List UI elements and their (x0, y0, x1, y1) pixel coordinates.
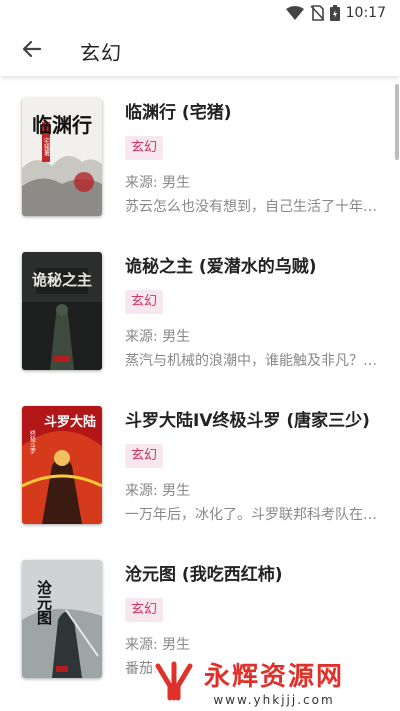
cover-title-art: 斗罗大陆 (44, 414, 96, 430)
cover-author-art: 宅猪著 (43, 137, 50, 157)
book-title: 斗罗大陆IV终极斗罗 (唐家三少) (125, 411, 370, 431)
scrollbar-thumb[interactable] (395, 84, 399, 160)
category-tag: 玄幻 (125, 290, 164, 314)
book-source: 来源: 男生 (125, 637, 191, 653)
category-tag: 玄幻 (125, 598, 164, 622)
book-source: 来源: 男生 (125, 329, 191, 345)
book-cover: 斗罗大陆 终极斗罗 (22, 406, 102, 524)
watermark: 永辉资源网 www.yhkjjj.com (150, 652, 400, 711)
status-bar: 10:17 (0, 0, 400, 26)
book-item[interactable]: 临渊行 宅猪著 临渊行 (宅猪) 玄幻 来源: 男生 苏云怎么也没有想到，自己生… (0, 76, 400, 230)
cover-title-art: 诡秘之主 (32, 271, 92, 289)
page-title: 玄幻 (80, 40, 122, 65)
app-bar: 玄幻 (0, 26, 400, 76)
book-source: 来源: 男生 (125, 483, 191, 499)
book-description: 一万年后，冰化了。斗罗联邦科考队在极北之地发现了… (125, 507, 377, 523)
back-button[interactable] (10, 29, 54, 73)
book-description: 蒸汽与机械的浪潮中，谁能触及非凡？历史和黑暗的迷雾… (125, 353, 377, 369)
watermark-title: 永辉资源网 (204, 662, 345, 692)
cover-title-art: 临渊行 (32, 113, 92, 137)
book-cover: 诡秘之主 (22, 252, 102, 370)
book-title: 沧元图 (我吃西红柿) (125, 565, 283, 585)
book-title: 诡秘之主 (爱潜水的乌贼) (125, 257, 317, 277)
wifi-icon (285, 6, 304, 20)
battery-icon (329, 5, 340, 21)
no-sim-icon (310, 5, 324, 21)
book-source: 来源: 男生 (125, 175, 191, 191)
book-item[interactable]: 斗罗大陆 终极斗罗 斗罗大陆IV终极斗罗 (唐家三少) 玄幻 来源: 男生 一万… (0, 384, 400, 538)
category-tag: 玄幻 (125, 136, 164, 160)
book-description: 苏云怎么也没有想到，自己生活了十年的地方竟然是一处… (125, 199, 377, 215)
arrow-back-icon (22, 39, 42, 63)
category-tag: 玄幻 (125, 444, 164, 468)
book-item[interactable]: 诡秘之主 诡秘之主 (爱潜水的乌贼) 玄幻 来源: 男生 蒸汽与机械的浪潮中，谁… (0, 230, 400, 384)
watermark-url: www.yhkjjj.com (213, 693, 335, 707)
cover-title-art: 沧元图 (35, 579, 53, 626)
watermark-logo-icon (150, 656, 198, 708)
status-time: 10:17 (345, 5, 386, 21)
book-title: 临渊行 (宅猪) (125, 103, 232, 123)
book-cover: 沧元图 (22, 560, 102, 678)
cover-sub-art: 终极斗罗 (29, 429, 36, 455)
book-cover: 临渊行 宅猪著 (22, 98, 102, 216)
